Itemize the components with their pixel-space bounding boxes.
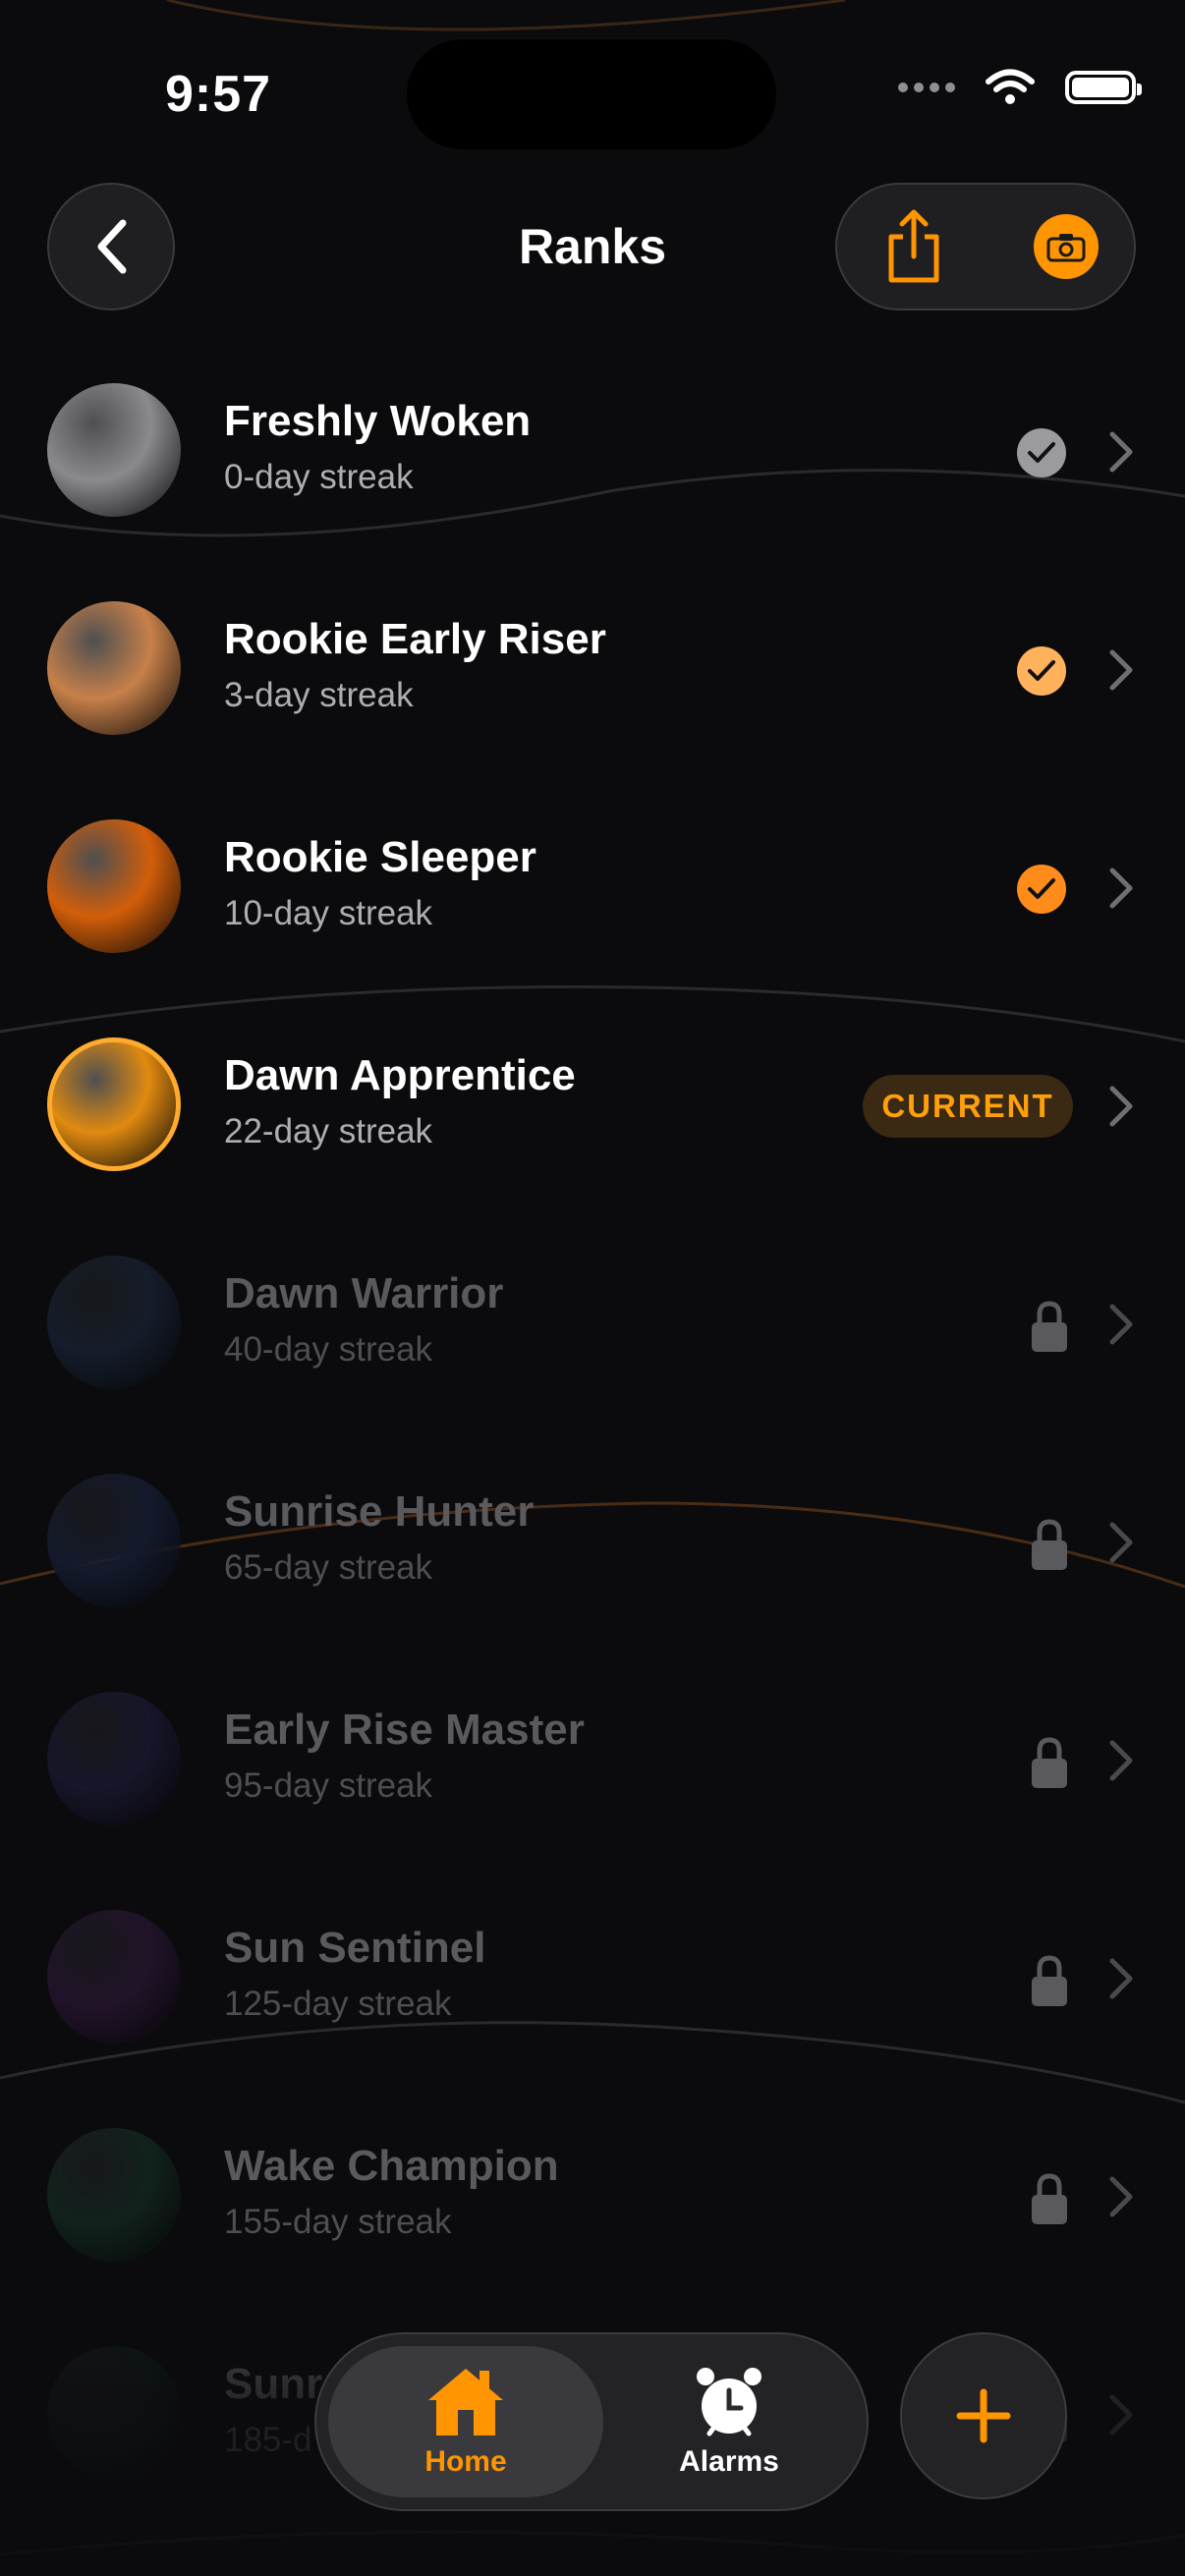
rank-orb (47, 1037, 181, 1171)
rank-row[interactable]: Rookie Early Riser 3-day streak (0, 570, 1185, 766)
chevron-right-icon (1109, 2176, 1133, 2217)
share-button[interactable] (875, 202, 953, 291)
rank-name: Rookie Early Riser (224, 615, 606, 663)
chevron-right-icon (1109, 1958, 1133, 1999)
signal-dots-icon (898, 83, 955, 92)
rank-orb (47, 1910, 181, 2044)
battery-icon (1065, 71, 1142, 104)
rank-name: Sunrise Hunter (224, 1487, 535, 1536)
check-glyph (1028, 878, 1055, 899)
rank-row[interactable]: Early Rise Master 95-day streak (0, 1660, 1185, 1857)
rank-name: Dawn Warrior (224, 1269, 504, 1317)
header-actions (835, 183, 1136, 310)
rank-row[interactable]: Rookie Sleeper 10-day streak (0, 788, 1185, 984)
rank-orb (47, 2128, 181, 2262)
rank-row[interactable]: Dawn Apprentice 22-day streak CURRENT (0, 1006, 1185, 1203)
rank-orb (47, 1474, 181, 1607)
alarm-clock-icon (697, 2368, 762, 2436)
chevron-right-icon (1109, 868, 1133, 909)
rank-streak: 155-day streak (224, 2203, 452, 2241)
check-glyph (1028, 442, 1055, 463)
chevron-right-icon (1109, 1740, 1133, 1781)
rank-row[interactable]: Sun Sentinel 125-day streak (0, 1878, 1185, 2075)
lock-icon (1032, 1301, 1067, 1352)
status-icons (898, 69, 1142, 106)
rank-name: Dawn Apprentice (224, 1051, 576, 1099)
lock-icon (1032, 1519, 1067, 1570)
rank-orb (47, 383, 181, 517)
chevron-right-icon (1109, 1086, 1133, 1127)
tab-alarms[interactable]: Alarms (603, 2346, 855, 2497)
rank-streak: 125-day streak (224, 1985, 452, 2023)
chevron-right-icon (1109, 1304, 1133, 1345)
rank-streak: 22-day streak (224, 1112, 433, 1150)
chevron-right-icon (1109, 649, 1133, 691)
lock-icon (1032, 1737, 1067, 1788)
add-alarm-button[interactable] (900, 2332, 1067, 2499)
current-badge: CURRENT (863, 1075, 1073, 1138)
rank-streak: 95-day streak (224, 1766, 433, 1805)
chevron-right-icon (1109, 1522, 1133, 1563)
rank-streak: 0-day streak (224, 458, 414, 496)
rank-orb (47, 601, 181, 735)
check-glyph (1028, 660, 1055, 681)
checkmark-icon (1017, 428, 1066, 477)
rank-orb (47, 1256, 181, 1389)
camera-icon (1046, 234, 1086, 262)
chevron-right-icon (1109, 431, 1133, 473)
house-icon (428, 2369, 503, 2436)
rank-streak: 40-day streak (224, 1330, 433, 1369)
rank-streak: 65-day streak (224, 1548, 433, 1587)
rank-name: Rookie Sleeper (224, 833, 536, 881)
lock-icon (1032, 2173, 1067, 2224)
rank-orb (47, 1692, 181, 1825)
status-time: 9:57 (165, 66, 272, 123)
dynamic-island (407, 39, 776, 149)
rank-row[interactable]: Freshly Woken 0-day streak (0, 352, 1185, 548)
share-icon (888, 209, 939, 283)
rank-name: Sun Sentinel (224, 1924, 486, 1972)
checkmark-icon (1017, 646, 1066, 696)
rank-name: Wake Champion (224, 2142, 559, 2190)
tab-alarms-label: Alarms (679, 2445, 779, 2478)
camera-button[interactable] (1034, 214, 1099, 279)
rank-streak: 3-day streak (224, 676, 414, 714)
tab-home-label: Home (424, 2445, 507, 2478)
rank-streak: 10-day streak (224, 894, 433, 932)
rank-name: Early Rise Master (224, 1706, 585, 1754)
checkmark-icon (1017, 865, 1066, 914)
tab-bar: Home Alarms (314, 2332, 869, 2511)
wifi-icon (986, 69, 1035, 104)
rank-name: Freshly Woken (224, 397, 532, 445)
rank-row[interactable]: Sunrise Hunter 65-day streak (0, 1442, 1185, 1639)
tab-home[interactable]: Home (328, 2346, 603, 2497)
rank-row[interactable]: Dawn Warrior 40-day streak (0, 1224, 1185, 1421)
lock-icon (1032, 1955, 1067, 2006)
rank-orb (47, 819, 181, 953)
plus-icon (956, 2388, 1011, 2443)
